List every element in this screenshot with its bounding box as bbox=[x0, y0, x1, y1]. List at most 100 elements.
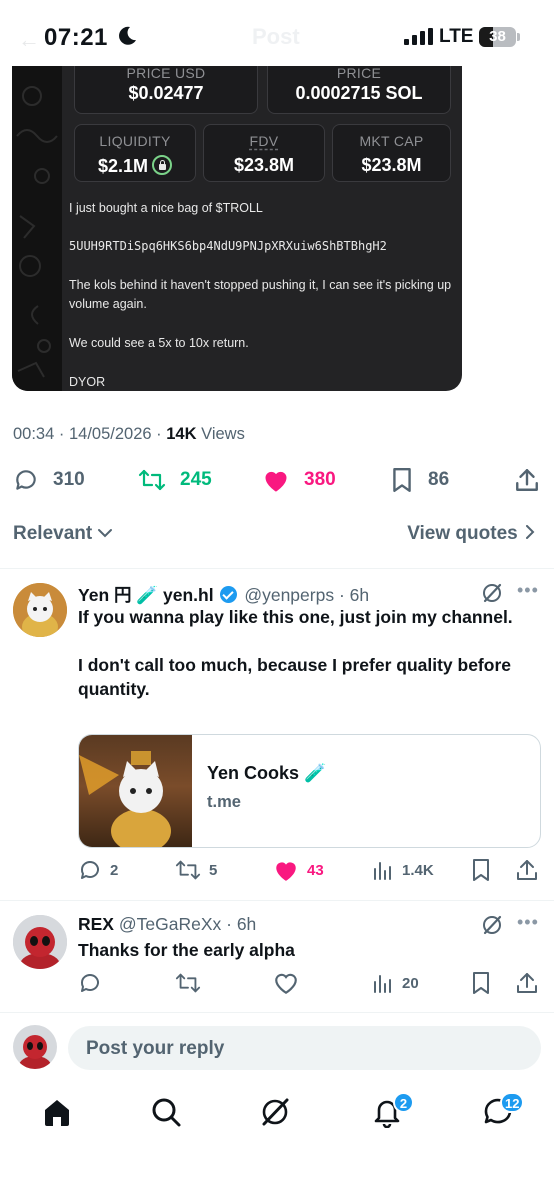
avatar[interactable] bbox=[13, 915, 67, 969]
search-icon[interactable] bbox=[150, 1096, 182, 1128]
reply-header: REX @TeGaReXx · 6h bbox=[78, 914, 257, 934]
chevron-right-icon bbox=[526, 525, 535, 539]
reply-views-count: 1.4K bbox=[402, 861, 434, 879]
reply-author-name[interactable]: REX bbox=[78, 914, 114, 934]
image-text-line-4: We could see a 5x to 10x return. bbox=[69, 336, 249, 350]
reply-input[interactable]: Post your reply bbox=[68, 1026, 541, 1070]
reply-text: If you wanna play like this one, just jo… bbox=[78, 605, 518, 701]
divider bbox=[0, 1012, 554, 1013]
avatar[interactable] bbox=[13, 583, 67, 637]
reply-views-button[interactable]: 1.4K bbox=[372, 858, 434, 882]
doodle-pattern bbox=[12, 66, 62, 391]
signal-icon bbox=[404, 28, 433, 45]
status-time: 07:21 bbox=[44, 24, 108, 51]
view-quotes-label: View quotes bbox=[407, 523, 518, 544]
reply-reply-button[interactable] bbox=[78, 971, 110, 995]
views-icon bbox=[374, 862, 391, 880]
reply-repost-button[interactable]: 5 bbox=[175, 858, 217, 882]
reply-views-button[interactable]: 20 bbox=[372, 971, 419, 995]
view-quotes-link[interactable]: View quotes bbox=[407, 523, 537, 545]
more-options-icon[interactable]: ••• bbox=[517, 912, 539, 933]
my-avatar[interactable] bbox=[13, 1025, 57, 1069]
post-meta: 00:34 · 14/05/2026 · 14K Views bbox=[13, 425, 245, 443]
reply-time: 6h bbox=[349, 585, 370, 605]
reply-button[interactable]: 310 bbox=[13, 462, 85, 498]
status-bar: ← Post 07:21 LTE 38 bbox=[0, 0, 554, 68]
stat-price-usd: PRICE USD $0.02477 bbox=[74, 66, 258, 114]
post-image[interactable]: PRICE USD $0.02477 PRICE 0.0002715 SOL L… bbox=[12, 66, 462, 391]
reply-like-count: 43 bbox=[307, 861, 324, 879]
header-title: Post bbox=[252, 24, 300, 49]
like-button[interactable]: 380 bbox=[262, 462, 336, 498]
verified-badge-icon bbox=[220, 586, 238, 603]
views-count: 14K bbox=[166, 425, 197, 443]
reply-author-handle[interactable]: @TeGaReXx bbox=[119, 914, 221, 934]
reply-author-handle[interactable]: @yenperps bbox=[244, 585, 334, 605]
battery-level: 38 bbox=[489, 28, 506, 45]
reply-repost-button[interactable] bbox=[175, 971, 209, 995]
heart-outline-icon bbox=[275, 973, 297, 995]
bottom-tab-bar: 2 12 bbox=[0, 1086, 554, 1146]
reply-time: 6h bbox=[236, 914, 257, 934]
network-type: LTE bbox=[439, 26, 474, 47]
link-domain: t.me bbox=[207, 793, 241, 811]
repost-button[interactable]: 245 bbox=[138, 462, 212, 498]
divider bbox=[0, 900, 554, 901]
more-options-icon[interactable]: ••• bbox=[517, 580, 539, 601]
heart-filled-icon bbox=[265, 471, 287, 492]
reply-icon bbox=[80, 861, 99, 879]
stat-mkt-cap: MKT CAP $23.8M bbox=[332, 124, 451, 182]
like-count: 380 bbox=[304, 469, 336, 490]
share-button[interactable] bbox=[514, 462, 554, 498]
reply-views-count: 20 bbox=[402, 974, 419, 992]
stat-price-sol: PRICE 0.0002715 SOL bbox=[267, 66, 451, 114]
bookmark-icon[interactable] bbox=[470, 971, 492, 995]
notifications-badge: 2 bbox=[393, 1092, 414, 1113]
reply-author-name[interactable]: Yen 円 🧪 yen.hl bbox=[78, 585, 214, 605]
heart-filled-icon bbox=[276, 862, 296, 881]
stat-fdv: FDV $23.8M bbox=[203, 124, 325, 182]
repost-icon bbox=[175, 860, 201, 880]
link-thumbnail bbox=[79, 735, 192, 847]
share-icon[interactable] bbox=[515, 971, 539, 995]
bookmark-button[interactable]: 86 bbox=[390, 462, 449, 498]
grok-icon[interactable] bbox=[481, 914, 503, 936]
moon-icon bbox=[119, 26, 136, 45]
post-time: 00:34 bbox=[13, 425, 55, 443]
chevron-down-icon bbox=[98, 529, 113, 538]
reply-icon bbox=[80, 974, 99, 992]
reply-like-button[interactable]: 43 bbox=[273, 858, 324, 882]
post-date: 14/05/2026 bbox=[68, 425, 152, 443]
reply-like-button[interactable] bbox=[273, 971, 307, 995]
home-icon[interactable] bbox=[41, 1096, 73, 1128]
repost-icon bbox=[138, 469, 166, 491]
grok-icon[interactable] bbox=[481, 582, 503, 604]
image-text-line-3: The kols behind it haven't stopped pushi… bbox=[69, 278, 452, 311]
reply-input-placeholder: Post your reply bbox=[86, 1038, 225, 1059]
battery-icon: 38 bbox=[479, 27, 516, 47]
divider bbox=[0, 568, 554, 569]
repost-count: 245 bbox=[180, 469, 212, 490]
bookmark-icon[interactable] bbox=[470, 858, 492, 882]
sort-dropdown[interactable]: Relevant bbox=[13, 523, 113, 545]
reply-reply-count: 2 bbox=[110, 861, 119, 879]
image-text-contract: 5UUH9RTDiSpq6HKS6bp4NdU9PNJpXRXuiw6ShBTB… bbox=[69, 239, 387, 253]
share-icon[interactable] bbox=[515, 858, 539, 882]
views-label: Views bbox=[201, 425, 245, 443]
bookmark-icon bbox=[393, 467, 411, 493]
views-icon bbox=[374, 975, 391, 993]
bookmark-count: 86 bbox=[428, 469, 450, 490]
messages-badge: 12 bbox=[500, 1092, 525, 1113]
reply-reply-button[interactable]: 2 bbox=[78, 858, 118, 882]
grok-icon[interactable] bbox=[259, 1096, 291, 1128]
reply-text-p2: I don't call too much, because I prefer … bbox=[78, 655, 511, 699]
liquidity-value: $2.1M bbox=[97, 156, 149, 176]
link-preview-card[interactable]: Yen Cooks 🧪 t.me bbox=[78, 734, 541, 848]
share-icon bbox=[516, 469, 538, 491]
reply-icon bbox=[16, 470, 36, 490]
back-arrow-icon[interactable]: ← bbox=[18, 27, 40, 53]
link-title: Yen Cooks 🧪 bbox=[207, 763, 327, 783]
image-text-line-1: I just bought a nice bag of $TROLL bbox=[69, 201, 263, 215]
reply-repost-count: 5 bbox=[209, 861, 218, 879]
replies-sort-row: Relevant View quotes bbox=[0, 518, 554, 550]
